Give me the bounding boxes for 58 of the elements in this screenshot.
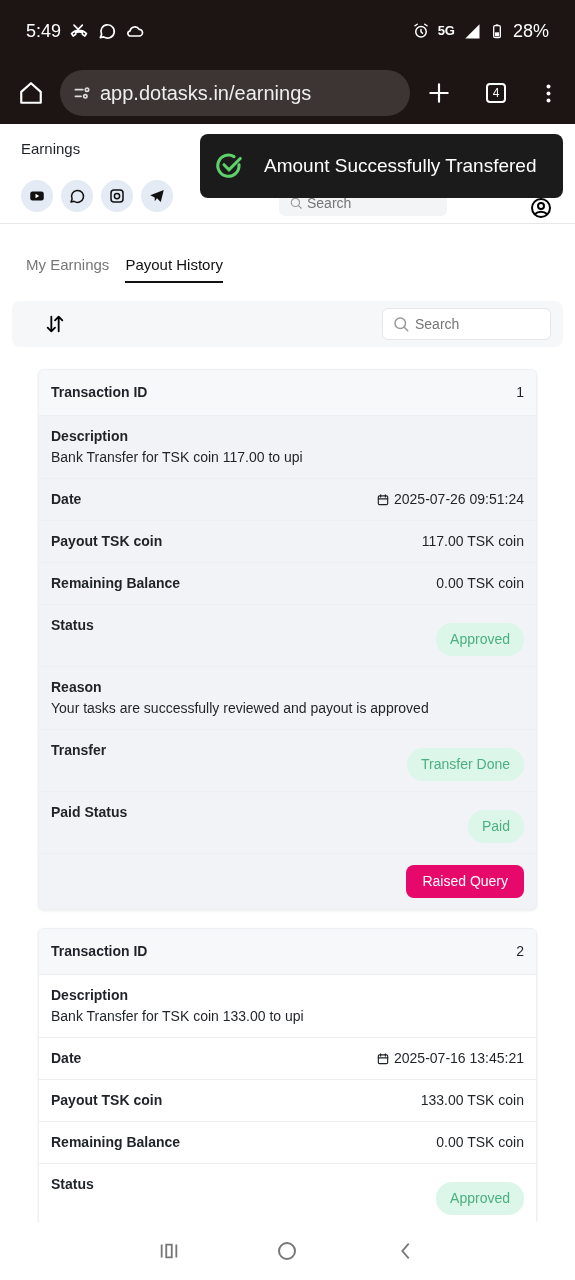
field-label: Reason [51, 678, 103, 697]
field-label: Transfer [51, 741, 107, 760]
search-icon [392, 315, 410, 333]
field-value: Bank Transfer for TSK coin 117.00 to upi [51, 448, 304, 467]
field-value: 117.00 TSK coin [421, 532, 524, 551]
field-value: 0.00 TSK coin [436, 1133, 524, 1152]
search-icon [289, 195, 303, 210]
field-label: Description [51, 986, 129, 1005]
tab[interactable]: My Earnings [26, 247, 110, 283]
field-label: Payout TSK coin [51, 1091, 163, 1110]
status-badge: Paid [467, 810, 524, 843]
social-link-button[interactable] [141, 179, 173, 212]
battery-level: 28% [512, 19, 549, 43]
field-value: 2025-07-26 09:51:24 [394, 490, 524, 509]
home-icon [18, 80, 44, 106]
status-badge: Approved [436, 623, 524, 656]
field-label: Description [51, 427, 129, 446]
chat-bubble-icon [97, 21, 118, 41]
field-label: Remaining Balance [51, 1133, 181, 1152]
signal-icon [462, 22, 481, 40]
user-avatar-icon [531, 197, 551, 218]
network-type: 5G [437, 22, 455, 41]
field-label: Payout TSK coin [51, 532, 163, 551]
field-value: 0.00 TSK coin [436, 574, 524, 593]
plus-icon [426, 80, 452, 106]
page-title: Earnings [21, 139, 82, 159]
calendar-icon [376, 492, 390, 507]
clock-time: 5:49 [26, 19, 62, 43]
field-label: Date [51, 1049, 82, 1068]
status-badge: Approved [436, 1182, 524, 1215]
field-label: Transaction ID [51, 383, 148, 402]
field-label: Status [51, 616, 94, 635]
calendar-icon [376, 1051, 390, 1066]
search-field[interactable]: Search [382, 308, 551, 340]
social-link-button[interactable] [101, 179, 133, 212]
transaction-id: 2 [516, 942, 524, 961]
sort-arrows-icon [44, 313, 66, 335]
field-label: Transaction ID [51, 942, 148, 961]
camera-icon [108, 186, 126, 205]
field-value: Bank Transfer for TSK coin 133.00 to upi [51, 1007, 305, 1026]
field-label: Remaining Balance [51, 574, 181, 593]
status-badge: Transfer Done [407, 748, 524, 781]
transaction-id: 1 [516, 383, 524, 402]
tab[interactable]: Payout History [125, 247, 223, 283]
raised-query-button[interactable]: Raised Query [406, 865, 524, 898]
check-circle-icon [214, 151, 244, 181]
address-bar[interactable]: app.dotasks.in/earnings [60, 70, 410, 116]
field-label: Paid Status [51, 803, 128, 822]
menu-icon [546, 82, 551, 104]
field-label: Date [51, 490, 82, 509]
field-label: Status [51, 1175, 94, 1194]
field-value: 133.00 TSK coin [420, 1091, 524, 1110]
social-link-button[interactable] [21, 179, 53, 212]
field-value: Your tasks are successfully reviewed and payout is approved [51, 699, 430, 718]
field-value: 2025-07-16 13:45:21 [394, 1049, 524, 1068]
alarm-icon [411, 22, 430, 40]
toast-message: Amount Successfully Transfered [264, 153, 537, 178]
social-link-button[interactable] [61, 179, 93, 212]
